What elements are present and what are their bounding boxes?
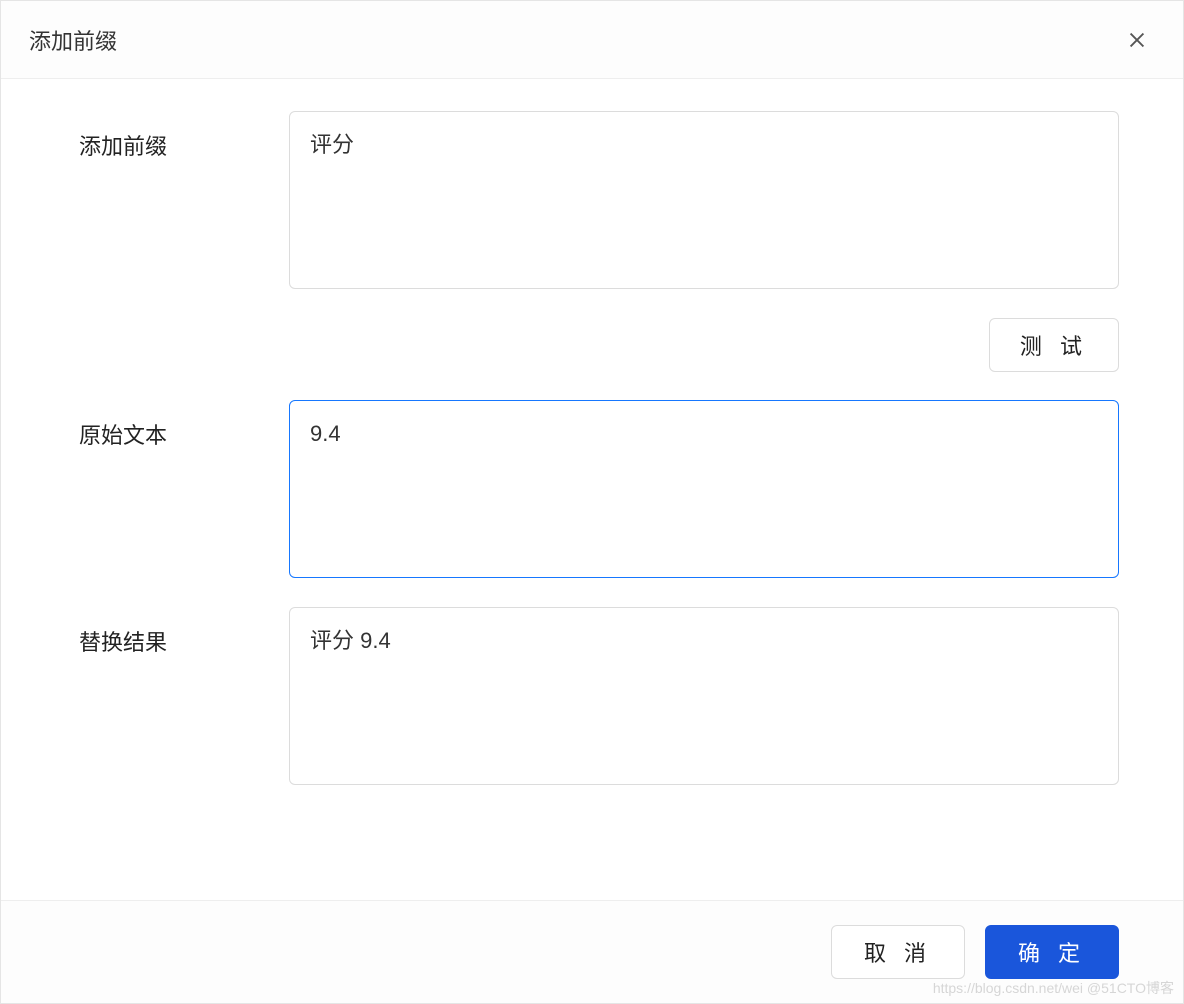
close-button[interactable] <box>1119 22 1155 58</box>
close-icon <box>1126 29 1148 51</box>
original-input[interactable] <box>289 400 1119 578</box>
original-label: 原始文本 <box>79 400 289 450</box>
test-button[interactable]: 测 试 <box>989 318 1119 372</box>
dialog-footer: 取 消 确 定 <box>1 900 1183 1003</box>
confirm-button[interactable]: 确 定 <box>985 925 1119 979</box>
prefix-input[interactable] <box>289 111 1119 289</box>
prefix-control <box>289 111 1119 294</box>
dialog-body: 添加前缀 测 试 原始文本 替换结果 <box>1 79 1183 900</box>
prefix-label: 添加前缀 <box>79 111 289 161</box>
result-output[interactable] <box>289 607 1119 785</box>
result-row: 替换结果 <box>79 607 1119 790</box>
result-control <box>289 607 1119 790</box>
test-row: 测 试 <box>79 318 1119 372</box>
original-row: 原始文本 <box>79 400 1119 583</box>
cancel-button[interactable]: 取 消 <box>831 925 965 979</box>
prefix-row: 添加前缀 <box>79 111 1119 294</box>
original-control <box>289 400 1119 583</box>
dialog-header: 添加前缀 <box>1 1 1183 79</box>
dialog-title: 添加前缀 <box>29 24 117 56</box>
add-prefix-dialog: 添加前缀 添加前缀 测 试 原始文本 替换结果 <box>0 0 1184 1004</box>
result-label: 替换结果 <box>79 607 289 657</box>
